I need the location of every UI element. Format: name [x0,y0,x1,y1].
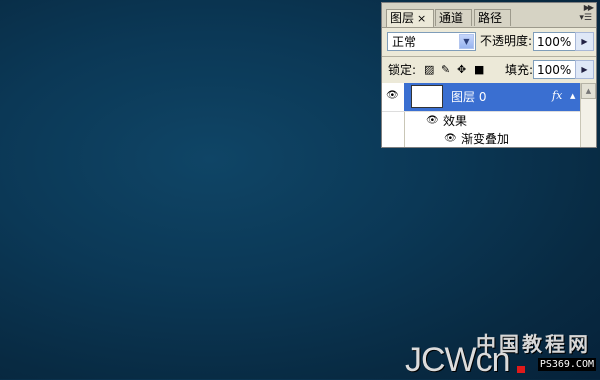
panel-menu-icon[interactable]: ▾☰ [579,13,592,23]
chevron-down-icon[interactable]: ▼ [459,34,474,49]
lock-label: 锁定: [388,63,417,77]
fill-label: 填充: [505,63,534,77]
fx-icon[interactable]: fx [552,89,562,102]
scroll-up-icon[interactable]: ▲ [581,83,596,99]
layer-name[interactable]: 图层 0 [451,89,486,105]
eye-icon[interactable]: 👁 [426,115,439,126]
collapse-icon[interactable]: ▶▶ [584,3,594,12]
layers-list: 👁 图层 0 fx ▲ 👁 效果 👁 渐变叠加 [382,83,580,147]
watermark-url: PS369.COM [537,358,596,371]
tab-channels-label: 通道 [439,11,464,25]
watermark-en: JCWcn [405,341,511,379]
lock-move-icon[interactable]: ✥ [457,64,466,76]
eye-icon[interactable]: 👁 [386,90,399,101]
layer-thumbnail [411,85,443,108]
scrollbar[interactable]: ▲ [580,83,596,147]
layer-row[interactable]: 👁 图层 0 fx ▲ [382,83,580,111]
layers-panel: 图层 × 通道 路径 ▶▶ ▾☰ 正常 ▼ 不透明度: 100% ▶ 锁定: ▨ … [381,2,597,148]
lock-all-icon[interactable]: ■ [474,64,484,76]
opacity-value: 100% [537,35,572,49]
eye-icon[interactable]: 👁 [444,133,457,144]
panel-tabs: 图层 × 通道 路径 ▶▶ ▾☰ [382,3,596,28]
gradient-overlay-row[interactable]: 👁 渐变叠加 [382,130,580,147]
opacity-label: 不透明度: [480,34,533,48]
opacity-arrow-icon[interactable]: ▶ [575,32,594,51]
effects-row[interactable]: 👁 效果 [382,111,580,131]
watermark-logo: 中国教程网 JCWcn PS369.COM [405,328,597,379]
lock-transparent-icon[interactable]: ▨ [424,64,434,76]
divider [382,56,596,57]
effects-label: 效果 [443,114,468,128]
lock-paint-icon[interactable]: ✎ [441,64,450,76]
tab-paths-label: 路径 [478,11,503,25]
blend-mode-select[interactable]: 正常 ▼ [387,32,476,51]
tab-paths[interactable]: 路径 [474,9,511,26]
tab-channels[interactable]: 通道 [435,9,472,26]
fill-value: 100% [537,63,572,77]
tab-layers[interactable]: 图层 × [386,9,434,27]
blend-mode-value: 正常 [392,35,417,49]
expand-caret-icon[interactable]: ▲ [570,92,575,100]
watermark-dot [517,366,525,373]
close-icon[interactable]: × [417,12,426,25]
gradient-overlay-label: 渐变叠加 [461,132,510,146]
tab-layers-label: 图层 [390,11,415,25]
fill-arrow-icon[interactable]: ▶ [575,60,594,79]
